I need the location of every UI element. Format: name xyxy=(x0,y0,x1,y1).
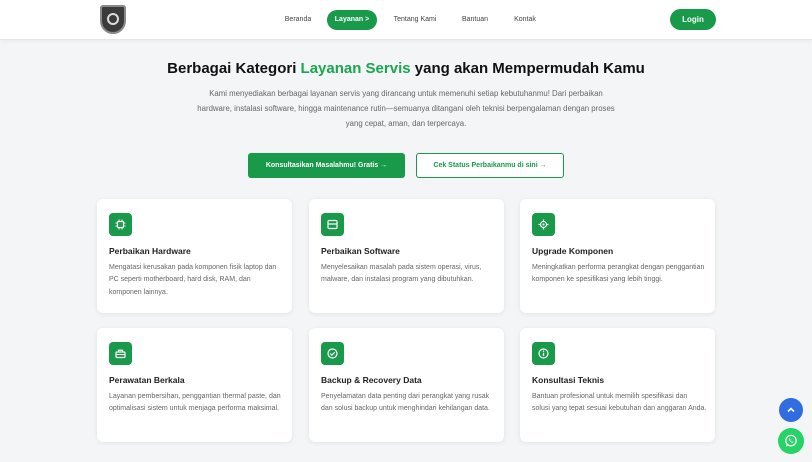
service-card-consultation[interactable]: Konsultasi Teknis Bantuan profesional un… xyxy=(520,328,715,442)
check-repair-status-button[interactable]: Cek Status Perbaikanmu di sini → xyxy=(416,153,564,178)
card-title: Perawatan Berkala xyxy=(109,375,185,385)
card-description: Menyelesaikan masalah pada sistem operas… xyxy=(321,264,482,284)
card-title: Upgrade Komponen xyxy=(532,246,614,256)
title-text-end: yang akan Mempermudah Kamu xyxy=(410,60,645,77)
login-button[interactable]: Login xyxy=(670,9,716,30)
nav-link-tentang-kami[interactable]: Tentang Kami xyxy=(389,10,441,30)
card-description: Meningkatkan performa perangkat dengan p… xyxy=(532,264,705,284)
card-title: Backup & Recovery Data xyxy=(321,375,422,385)
card-title: Perbaikan Hardware xyxy=(109,246,191,256)
service-card-software[interactable]: Perbaikan Software Menyelesaikan masalah… xyxy=(309,199,504,313)
card-title: Perbaikan Software xyxy=(321,246,400,256)
card-description: Bantuan profesional untuk memilih spesif… xyxy=(532,393,707,413)
nav-link-bantuan[interactable]: Bantuan xyxy=(454,10,496,30)
page-title: Berbagai Kategori Layanan Servis yang ak… xyxy=(0,60,812,77)
card-description: Penyelamatan data penting dari perangkat… xyxy=(321,393,490,413)
service-card-maintenance[interactable]: Perawatan Berkala Layanan pembersihan, p… xyxy=(97,328,292,442)
title-text-start: Berbagai Kategori xyxy=(167,60,301,77)
whatsapp-icon xyxy=(785,434,797,447)
toolbox-icon xyxy=(109,342,132,365)
check-circle-icon xyxy=(321,342,344,365)
nav-link-layanan[interactable]: Layanan > xyxy=(327,10,377,30)
title-accent-text: Layanan Servis xyxy=(300,60,411,77)
service-card-backup[interactable]: Backup & Recovery Data Penyelamatan data… xyxy=(309,328,504,442)
scroll-to-top-button[interactable] xyxy=(779,398,803,422)
card-title: Konsultasi Teknis xyxy=(532,375,605,385)
navbar: Beranda Layanan > Tentang Kami Bantuan K… xyxy=(0,0,812,40)
whatsapp-button[interactable] xyxy=(778,428,804,454)
card-description: Mengatasi kerusakan pada komponen fisik … xyxy=(109,264,277,296)
info-icon xyxy=(532,342,555,365)
service-card-upgrade[interactable]: Upgrade Komponen Meningkatkan performa p… xyxy=(520,199,715,313)
window-icon xyxy=(321,213,344,236)
hero-description: Kami menyediakan berbagai layanan servis… xyxy=(197,89,615,128)
gear-icon xyxy=(532,213,555,236)
chip-icon xyxy=(109,213,132,236)
service-card-hardware[interactable]: Perbaikan Hardware Mengatasi kerusakan p… xyxy=(97,199,292,313)
card-description: Layanan pembersihan, penggantian thermal… xyxy=(109,393,281,413)
chevron-up-icon xyxy=(787,407,795,413)
consult-free-button[interactable]: Konsultasikan Masalahmu! Gratis → xyxy=(248,153,405,178)
nav-link-beranda[interactable]: Beranda xyxy=(278,10,318,30)
nav-link-kontak[interactable]: Kontak xyxy=(508,10,542,30)
